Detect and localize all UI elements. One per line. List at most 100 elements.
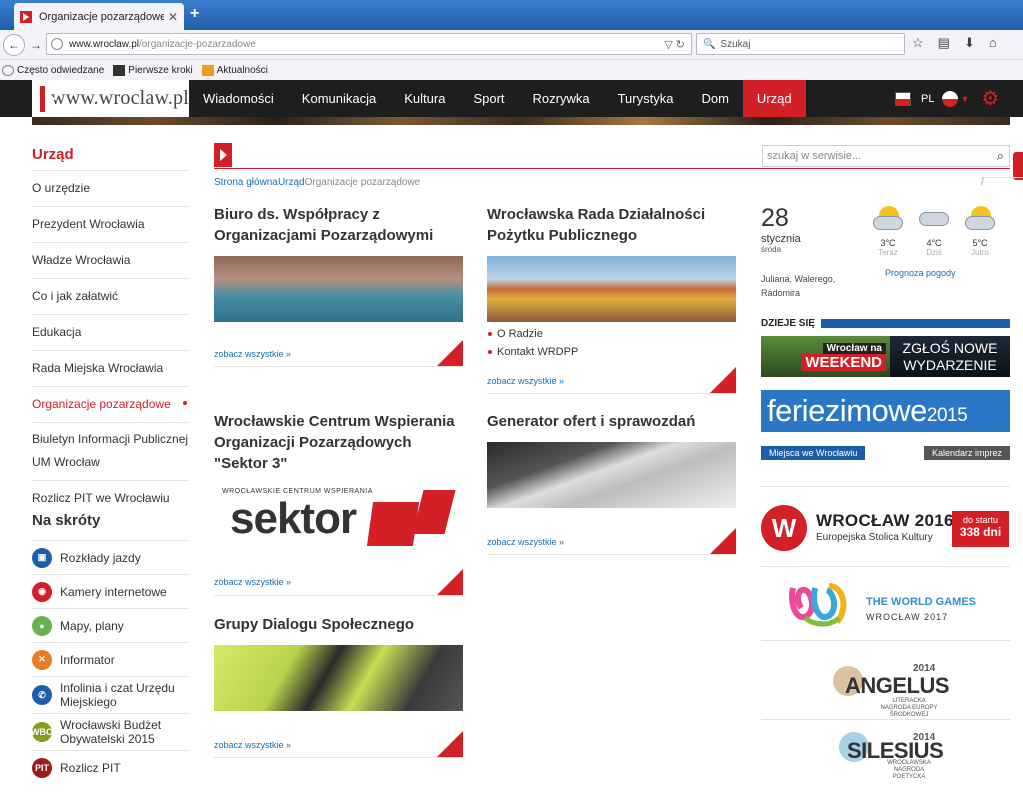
camera-icon: ◉ bbox=[32, 581, 52, 602]
card-image[interactable] bbox=[214, 645, 463, 711]
see-all-link[interactable]: zobacz wszystkie » bbox=[487, 376, 564, 386]
world-games-banner[interactable]: THE WORLD GAMES WROCŁAW 2017 bbox=[761, 575, 1010, 631]
shortcut-item[interactable]: ● Mapy, plany bbox=[32, 608, 189, 642]
menu-item-active[interactable]: Urząd bbox=[742, 80, 806, 117]
see-all-link[interactable]: zobacz wszystkie » bbox=[487, 537, 564, 547]
card-link[interactable]: Kontakt WRDPP bbox=[487, 343, 736, 361]
submit-event-banner[interactable]: ZGŁOŚ NOWE WYDARZENIE bbox=[890, 336, 1010, 377]
bookmark-item[interactable]: Pierwsze kroki bbox=[111, 64, 193, 76]
chevron-down-icon[interactable]: ▼ bbox=[960, 94, 969, 104]
sidebar-item[interactable]: O urzędzie bbox=[32, 170, 189, 206]
calendar-tag[interactable]: Kalendarz imprez bbox=[923, 446, 1010, 460]
home-icon[interactable]: ⌂ bbox=[989, 35, 997, 51]
ecoc-title: WROCŁAW 2016 bbox=[816, 511, 954, 530]
weekend-banner-left[interactable]: Wrocław na WEEKEND bbox=[761, 336, 890, 377]
places-tag[interactable]: Miejsca we Wrocławiu bbox=[761, 446, 866, 460]
card-title[interactable]: Biuro ds. Współpracy z Organizacjami Poz… bbox=[214, 204, 463, 246]
see-all-link[interactable]: zobacz wszystkie » bbox=[214, 740, 291, 750]
card-title[interactable]: Wrocławska Rada Działalności Pożytku Pub… bbox=[487, 204, 736, 246]
sidebar-item[interactable]: Rozlicz PIT we Wrocławiu bbox=[32, 480, 189, 516]
shortcut-item[interactable]: ✆ Infolinia i czat Urzędu Miejskiego bbox=[32, 676, 189, 713]
browser-search-placeholder: Szukaj bbox=[720, 38, 751, 50]
shortcut-label: Infolinia i czat Urzędu Miejskiego bbox=[60, 681, 175, 709]
search-icon: 🔍 bbox=[703, 38, 716, 50]
ecoc-banner[interactable]: W WROCŁAW 2016 Europejska Stolica Kultur… bbox=[761, 503, 1010, 551]
sidebar-item-active[interactable]: Organizacje pozarządowe bbox=[32, 386, 189, 422]
card-title[interactable]: Generator ofert i sprawozdań bbox=[487, 411, 736, 432]
menu-item[interactable]: Turystyka bbox=[604, 80, 688, 117]
see-all-link[interactable]: zobacz wszystkie » bbox=[214, 349, 291, 359]
events-heading-label: DZIEJE SIĘ bbox=[761, 318, 821, 329]
menu-item[interactable]: Dom bbox=[687, 80, 742, 117]
bookmarks-list-icon[interactable]: ▤ bbox=[938, 35, 950, 51]
angelus-banner[interactable]: ANGELUS 2014 LITERACKA NAGRODA EUROPY ŚR… bbox=[761, 660, 1010, 718]
back-button[interactable]: ← bbox=[3, 33, 25, 56]
silesius-year: 2014 bbox=[913, 732, 936, 743]
shortcuts-heading: Na skróty bbox=[32, 512, 101, 529]
search-icon[interactable]: ⌕ bbox=[997, 148, 1004, 164]
language-label[interactable]: PL bbox=[921, 93, 934, 105]
forward-button[interactable]: → bbox=[27, 36, 45, 54]
menu-item[interactable]: Kultura bbox=[390, 80, 459, 117]
new-tab-icon[interactable]: + bbox=[190, 5, 199, 23]
shortcut-item[interactable]: ✕ Informator bbox=[32, 642, 189, 676]
bookmark-item[interactable]: Często odwiedzane bbox=[0, 64, 105, 76]
pit-icon: PIT bbox=[32, 757, 52, 778]
sidebar-item[interactable]: Biuletyn Informacji Publicznej UM Wrocła… bbox=[32, 422, 189, 480]
menu-item[interactable]: Rozrywka bbox=[519, 80, 604, 117]
menu-item[interactable]: Komunikacja bbox=[288, 80, 390, 117]
browser-tab[interactable]: Organizacje pozarządowe | w... ✕ bbox=[14, 3, 184, 30]
sidebar-item[interactable]: Prezydent Wrocławia bbox=[32, 206, 189, 242]
close-tab-icon[interactable]: ✕ bbox=[168, 10, 178, 24]
site-logo[interactable]: www.wroclaw.pl bbox=[32, 80, 189, 117]
card-link[interactable]: O Radzie bbox=[487, 325, 736, 343]
bookmark-label: Pierwsze kroki bbox=[128, 64, 193, 76]
address-bar[interactable]: www.wroclaw.pl/organizacje-pozarzadowe ▽… bbox=[46, 33, 692, 55]
divider bbox=[761, 719, 1010, 720]
site-search-placeholder: szukaj w serwisie... bbox=[767, 150, 862, 162]
header-photo bbox=[32, 117, 1010, 125]
shortcuts: Na skróty ▣ Rozkłady jazdy ◉ Kamery intern… bbox=[31, 512, 189, 784]
sidebar-item[interactable]: Edukacja bbox=[32, 314, 189, 350]
browser-search-input[interactable]: 🔍 Szukaj bbox=[696, 33, 905, 55]
side-feedback-tab[interactable] bbox=[1013, 152, 1023, 180]
see-all-link[interactable]: zobacz wszystkie » bbox=[214, 577, 291, 587]
silesius-subtitle: WROCŁAWSKA NAGRODA POETYCKA bbox=[887, 760, 931, 780]
download-icon[interactable]: ⬇ bbox=[964, 35, 975, 51]
shortcut-item[interactable]: ▣ Rozkłady jazdy bbox=[32, 540, 189, 574]
bip-flag-icon[interactable] bbox=[895, 91, 911, 106]
divider bbox=[761, 640, 1010, 641]
card-image[interactable] bbox=[214, 256, 463, 322]
sidebar-item[interactable]: Władze Wrocławia bbox=[32, 242, 189, 278]
forecast-link[interactable]: Prognoza pogody bbox=[885, 268, 956, 278]
shortcut-item[interactable]: WBO Wrocławski Budżet Obywatelski 2015 bbox=[31, 713, 189, 750]
card-title[interactable]: Wrocławskie Centrum Wspierania Organizac… bbox=[214, 411, 463, 474]
shortcut-item[interactable]: ◉ Kamery internetowe bbox=[32, 574, 189, 608]
bookmark-item[interactable]: Aktualności bbox=[200, 64, 268, 76]
countdown-value: 338 dni bbox=[959, 525, 1002, 539]
card-image[interactable]: WROCŁAWSKIE CENTRUM WSPIERANIA sektor bbox=[214, 484, 463, 550]
ferie-banner[interactable]: feriezimowe 2015 bbox=[761, 390, 1010, 432]
shortcut-item[interactable]: PIT Rozlicz PIT bbox=[32, 750, 189, 784]
weekend-banner[interactable]: Wrocław na WEEKEND ZGŁOŚ NOWE WYDARZENIE bbox=[761, 336, 1010, 377]
partly-cloudy-icon bbox=[963, 204, 997, 234]
ecoc-logo-icon: W bbox=[761, 505, 807, 551]
bookmark-label: Często odwiedzane bbox=[17, 64, 105, 76]
menu-item[interactable]: Sport bbox=[459, 80, 518, 117]
gear-icon[interactable]: ⚙ bbox=[981, 86, 999, 111]
browser-tabbar: Organizacje pozarządowe | w... ✕ + bbox=[0, 0, 1023, 30]
breadcrumb-link[interactable]: Urząd bbox=[278, 177, 305, 188]
silesius-banner[interactable]: SILESIUS 2014 WROCŁAWSKA NAGRODA POETYCK… bbox=[761, 730, 1010, 780]
bookmark-star-icon[interactable]: ☆ bbox=[912, 35, 924, 51]
site-search-input[interactable]: szukaj w serwisie... ⌕ bbox=[762, 145, 1010, 167]
card-image[interactable] bbox=[487, 256, 736, 322]
card-image[interactable] bbox=[487, 442, 736, 508]
polish-flag-icon[interactable] bbox=[942, 90, 959, 107]
sidebar-item[interactable]: Co i jak załatwić bbox=[32, 278, 189, 314]
card-title[interactable]: Grupy Dialogu Społecznego bbox=[214, 614, 463, 635]
events-heading: DZIEJE SIĘ bbox=[761, 318, 1010, 330]
reload-icon[interactable]: ▽ ↻ bbox=[664, 38, 685, 51]
breadcrumb-link[interactable]: Strona główna bbox=[214, 177, 278, 188]
menu-item[interactable]: Wiadomości bbox=[189, 80, 288, 117]
sidebar-item[interactable]: Rada Miejska Wrocławia bbox=[32, 350, 189, 386]
